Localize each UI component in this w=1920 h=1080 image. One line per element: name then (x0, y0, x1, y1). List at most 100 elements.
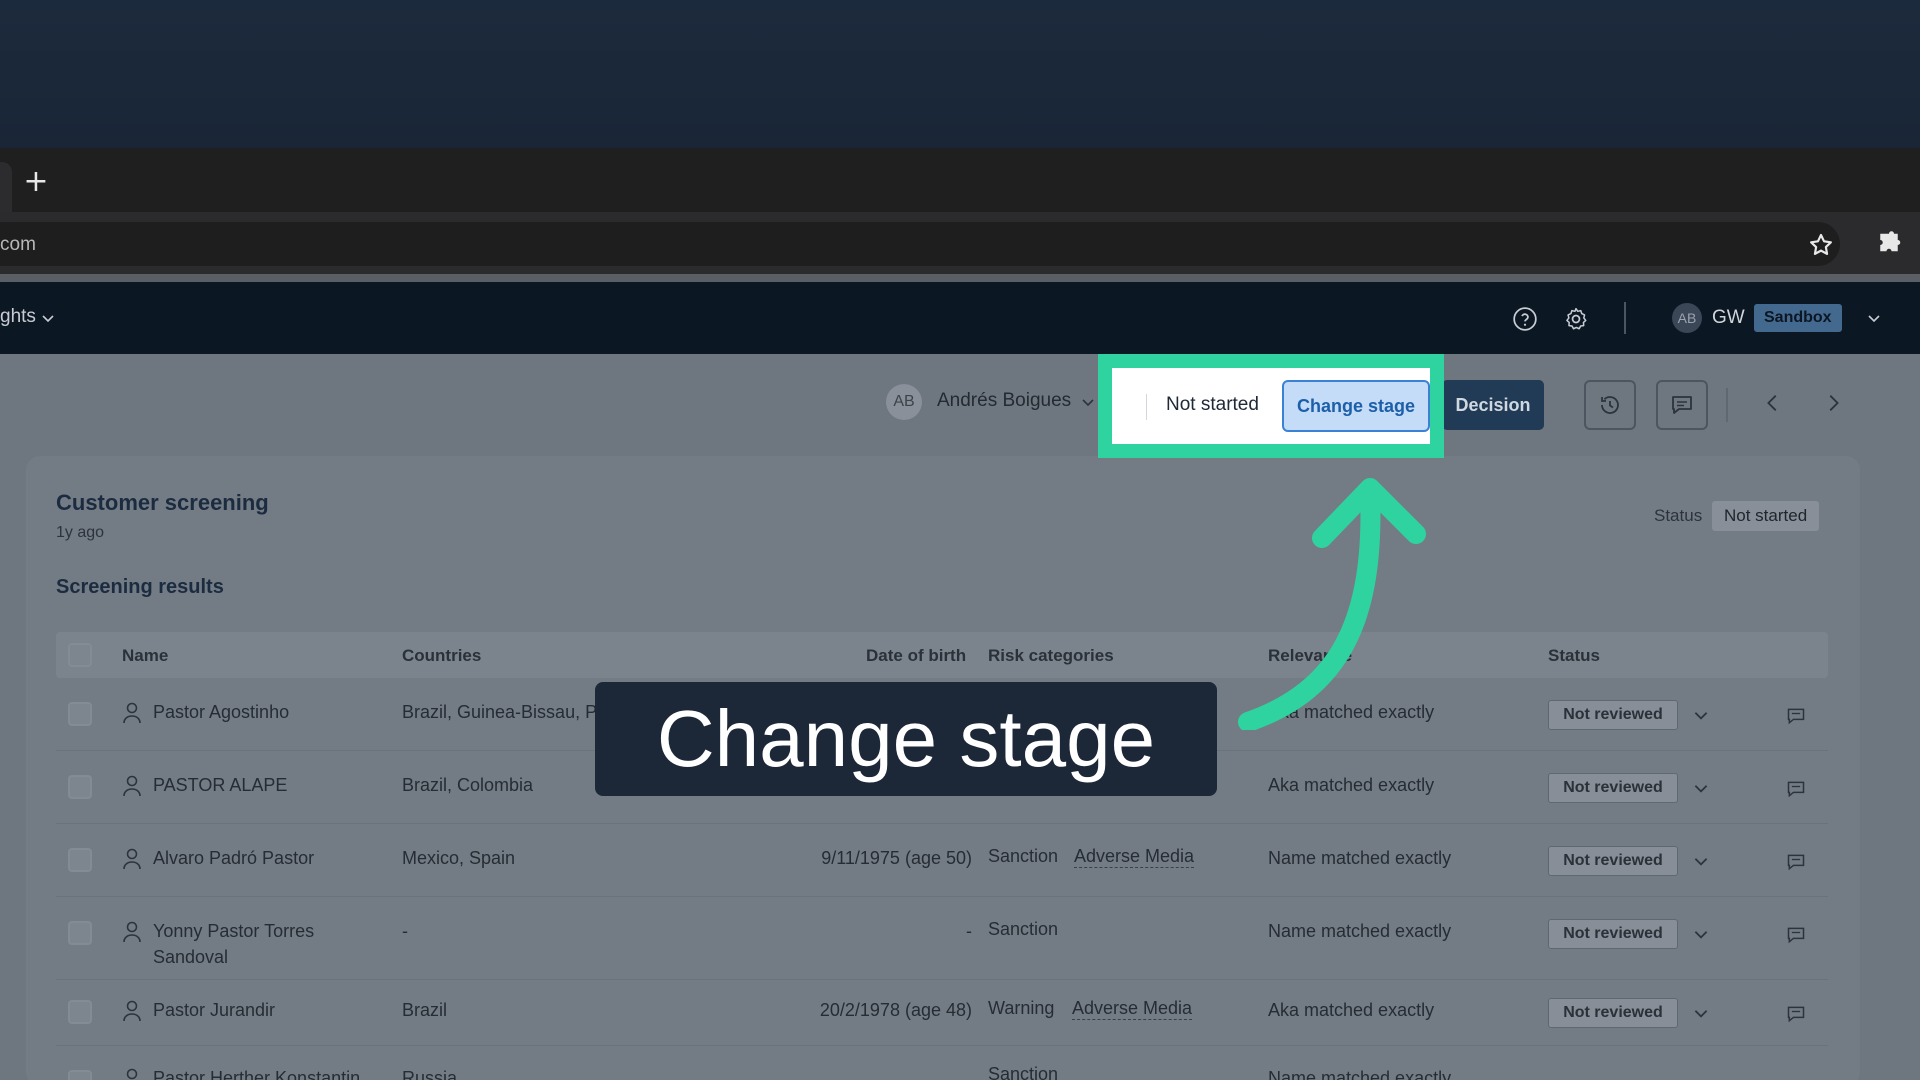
status-label: Status (1654, 506, 1703, 525)
row-checkbox[interactable] (68, 1070, 92, 1080)
person-icon (126, 1068, 138, 1080)
current-stage: Not started (1166, 394, 1259, 415)
row-countries: Brazil, Colombia (402, 775, 534, 795)
chevron-down-icon[interactable] (1692, 779, 1710, 797)
stage-divider (1146, 394, 1147, 420)
review-status-badge[interactable]: Not reviewed (1548, 998, 1678, 1028)
comment-icon (1672, 396, 1692, 414)
comments-button[interactable] (1656, 380, 1708, 430)
row-name[interactable]: Pastor Jurandir (153, 1000, 275, 1021)
background-top (0, 0, 1920, 148)
column-header-risk[interactable]: Risk categories (988, 646, 1114, 666)
decision-button[interactable]: Decision (1442, 380, 1544, 430)
chevron-down-icon[interactable] (1692, 1004, 1710, 1022)
row-relevance: Aka matched exactly (1268, 775, 1435, 795)
row-dob: 9/11/1975 (age 50) (821, 848, 972, 868)
row-relevance: Aka matched exactly (1268, 1000, 1435, 1020)
row-countries: Mexico, Spain (402, 848, 516, 868)
org-code[interactable]: GW (1712, 307, 1745, 329)
row-name-continued[interactable]: Sandoval (153, 947, 228, 968)
comment-icon[interactable] (1786, 925, 1806, 945)
comment-icon[interactable] (1786, 706, 1806, 726)
person-icon (123, 921, 141, 943)
bookmark-star-icon[interactable] (1808, 232, 1834, 258)
row-name[interactable]: Alvaro Padró Pastor (153, 848, 314, 869)
chevron-down-icon[interactable] (40, 310, 56, 326)
column-header-name[interactable]: Name (122, 646, 168, 666)
chevron-down-icon[interactable] (1692, 706, 1710, 724)
gear-icon[interactable] (1563, 306, 1589, 332)
review-status-badge[interactable]: Not reviewed (1548, 773, 1678, 803)
card-title: Customer screening (56, 490, 269, 515)
stage-control-highlight: Not started Change stage (1098, 354, 1444, 458)
browser-tab[interactable] (0, 162, 12, 212)
risk-tag-sanction: Sanction (988, 919, 1059, 939)
review-status-badge[interactable]: Not reviewed (1548, 846, 1678, 876)
extensions-puzzle-icon[interactable] (1874, 230, 1904, 260)
row-name[interactable]: PASTOR ALAPE (153, 775, 287, 796)
person-icon (123, 775, 141, 797)
browser-tab-strip (0, 148, 1920, 212)
column-header-dob[interactable]: Date of birth (866, 646, 966, 666)
toolbar-divider (1726, 388, 1728, 422)
row-relevance: Name matched exactly (1268, 921, 1452, 941)
section-title: Screening results (56, 576, 224, 598)
table-header: Name Countries Date of birth Risk catego… (56, 632, 1828, 678)
table-row[interactable]: Yonny Pastor Torres Sandoval - - Sanctio… (56, 897, 1828, 980)
assignee-avatar[interactable]: AB (886, 384, 922, 420)
comment-icon[interactable] (1786, 779, 1806, 799)
select-all-checkbox[interactable] (68, 643, 92, 667)
row-checkbox[interactable] (68, 1000, 92, 1024)
row-name[interactable]: Pastor Herther Konstantin (153, 1068, 360, 1080)
review-status-badge[interactable]: Not reviewed (1548, 919, 1678, 949)
column-header-countries[interactable]: Countries (402, 646, 481, 666)
row-dob: - (966, 921, 972, 941)
tutorial-caption: Change stage (595, 682, 1217, 796)
risk-tag-adverse-media[interactable]: Adverse Media (1074, 846, 1195, 868)
table-row[interactable]: Pastor Herther Konstantin Russia Sanctio… (56, 1046, 1828, 1080)
change-stage-button[interactable]: Change stage (1282, 380, 1430, 432)
row-countries: Brazil (402, 1000, 448, 1020)
history-icon (1601, 396, 1619, 414)
chevron-down-icon[interactable] (1080, 394, 1096, 410)
help-icon[interactable] (1512, 306, 1538, 332)
curved-arrow-annotation (1238, 478, 1426, 730)
row-checkbox[interactable] (68, 848, 92, 872)
row-relevance: Name matched exactly (1268, 848, 1452, 868)
row-countries: - (402, 921, 408, 941)
chevron-down-icon[interactable] (1692, 852, 1710, 870)
row-countries: Brazil, Guinea-Bissau, P (402, 702, 598, 722)
user-avatar[interactable]: AB (1672, 303, 1702, 333)
risk-tag-adverse-media[interactable]: Adverse Media (1072, 998, 1193, 1020)
row-countries: Russia (402, 1068, 458, 1080)
nav-item-insights[interactable]: ghts (0, 306, 36, 328)
address-bar[interactable]: com (0, 222, 1840, 266)
column-header-status[interactable]: Status (1548, 646, 1600, 666)
header-divider (1624, 302, 1626, 334)
toolbar-divider (0, 274, 1920, 282)
new-tab-button[interactable]: + (20, 166, 52, 198)
row-checkbox[interactable] (68, 921, 92, 945)
address-text: com (0, 234, 36, 255)
review-status-badge[interactable]: Not reviewed (1548, 700, 1678, 730)
person-icon (123, 1000, 141, 1022)
assignee-name[interactable]: Andrés Boigues (937, 390, 1071, 412)
chevron-left-icon[interactable] (1762, 392, 1784, 414)
status-badge: Not started (1712, 501, 1820, 531)
row-checkbox[interactable] (68, 702, 92, 726)
chevron-down-icon[interactable] (1692, 925, 1710, 943)
table-row[interactable]: Alvaro Padró Pastor Mexico, Spain 9/11/1… (56, 824, 1828, 897)
row-name[interactable]: Yonny Pastor Torres (153, 921, 314, 942)
person-icon (123, 848, 141, 870)
history-button[interactable] (1584, 380, 1636, 430)
table-row[interactable]: Pastor Jurandir Brazil 20/2/1978 (age 48… (56, 980, 1828, 1046)
row-checkbox[interactable] (68, 775, 92, 799)
comment-icon[interactable] (1786, 1004, 1806, 1024)
comment-icon[interactable] (1786, 852, 1806, 872)
chevron-right-icon[interactable] (1822, 392, 1844, 414)
row-name[interactable]: Pastor Agostinho (153, 702, 289, 723)
risk-tag-sanction: Sanction (988, 1064, 1059, 1080)
risk-tag-sanction: Sanction (988, 846, 1059, 866)
chevron-down-icon[interactable] (1866, 310, 1882, 326)
card-timestamp: 1y ago (56, 524, 105, 541)
